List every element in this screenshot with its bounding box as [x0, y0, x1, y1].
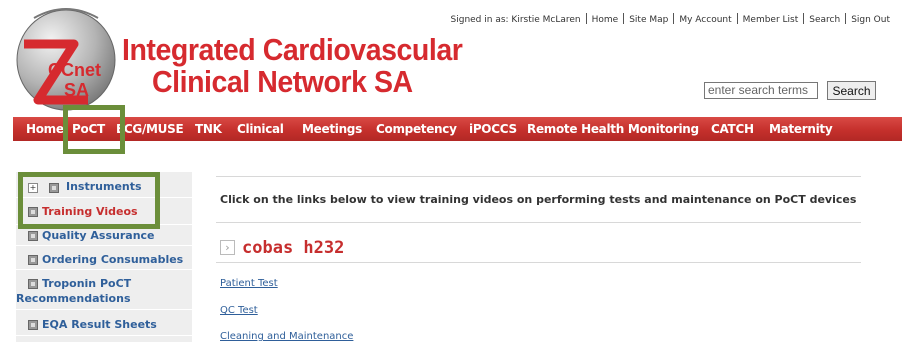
sidebar-item-troponin[interactable]: Troponin PoCT Recommendations — [16, 270, 192, 310]
sidebar-item-label: Ordering Consumables — [42, 253, 184, 266]
home-link[interactable]: Home — [592, 15, 619, 25]
divider — [216, 176, 861, 177]
sidebar-item-label-line2: Recommendations — [16, 292, 131, 305]
page-icon — [28, 231, 38, 241]
site-map-link[interactable]: Site Map — [629, 15, 668, 25]
nav-item-competency[interactable]: Competency — [376, 122, 457, 136]
member-list-link[interactable]: Member List — [743, 15, 799, 25]
search-link[interactable]: Search — [809, 15, 840, 25]
nav-item-ipoccs[interactable]: iPOCCS — [469, 122, 517, 136]
nav-item-remote-health[interactable]: Remote Health Monitoring — [527, 122, 699, 136]
sidebar-item-label-line1: Troponin PoCT — [42, 277, 132, 290]
site-title-line2: Clinical Network SA — [152, 64, 413, 99]
sign-out-link[interactable]: Sign Out — [851, 15, 890, 25]
sidebar-item-label: Quality Assurance — [42, 229, 155, 242]
nav-item-clinical[interactable]: Clinical — [237, 122, 284, 136]
patient-test-link[interactable]: Patient Test — [220, 278, 278, 289]
nav-item-maternity[interactable]: Maternity — [769, 122, 833, 136]
divider — [216, 222, 861, 223]
search-button[interactable]: Search — [827, 81, 876, 100]
cleaning-maintenance-link[interactable]: Cleaning and Maintenance — [220, 331, 353, 342]
nav-item-home[interactable]: Home — [26, 122, 64, 136]
poct-highlight-box — [63, 105, 125, 154]
nav-item-meetings[interactable]: Meetings — [302, 122, 362, 136]
my-account-link[interactable]: My Account — [679, 15, 731, 25]
nav-item-tnk[interactable]: TNK — [195, 122, 222, 136]
qc-test-link[interactable]: QC Test — [220, 305, 258, 316]
intro-text: Click on the links below to view trainin… — [220, 193, 857, 206]
page-icon — [28, 320, 38, 330]
chevron-right-icon[interactable]: › — [220, 240, 235, 255]
search-input[interactable]: enter search terms — [704, 82, 818, 99]
sidebar-item-eqa-result-sheets[interactable]: EQA Result Sheets — [16, 310, 192, 336]
signed-in-text: Signed in as: Kirstie McLaren — [450, 15, 581, 25]
logo-text-ccnet: CCnet — [48, 60, 101, 80]
page-icon — [28, 255, 38, 265]
divider — [216, 262, 861, 263]
sidebar-highlight-box — [18, 172, 160, 229]
sidebar-item-label: EQA Result Sheets — [42, 318, 157, 331]
nav-item-catch[interactable]: CATCH — [711, 122, 754, 136]
user-bar: Signed in as: Kirstie McLaren Home Site Ma… — [451, 13, 890, 25]
logo-text-sa: SA — [64, 80, 89, 100]
page-icon — [28, 279, 38, 289]
sidebar-item-ordering-consumables[interactable]: Ordering Consumables — [16, 246, 192, 270]
nav-item-ecg-muse[interactable]: ECG/MUSE — [116, 122, 184, 136]
section-title: cobas h232 — [242, 238, 345, 258]
main-nav: Home PoCT ECG/MUSE TNK Clinical Meetings… — [13, 117, 902, 141]
site-title-line1: Integrated Cardiovascular — [122, 32, 463, 67]
ccnet-logo[interactable]: CCnet SA — [14, 4, 118, 112]
